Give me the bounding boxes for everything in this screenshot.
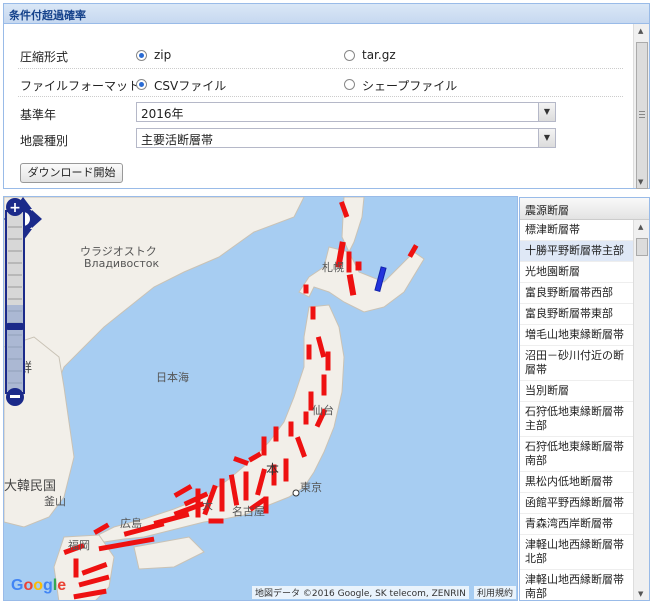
fault-list-header[interactable]: 震源断層 — [520, 198, 649, 220]
fault-list: 震源断層 標津断層帯 十勝平野断層帯主部 光地園断層 富良野断層帯西部 富良野断層帯東部… — [519, 197, 650, 601]
radio-shape-label[interactable]: シェープファイル — [362, 77, 457, 94]
download-button[interactable]: ダウンロード開始 — [20, 163, 123, 183]
quake-select[interactable]: 主要活断層帯 ▼ — [136, 128, 556, 148]
fault-line — [243, 471, 249, 501]
list-item[interactable]: 黒松内低地断層帯 — [520, 472, 633, 493]
list-item[interactable]: 沼田－砂川付近の断層帯 — [520, 346, 633, 381]
fault-list-items: 標津断層帯 十勝平野断層帯主部 光地園断層 富良野断層帯西部 富良野断層帯東部 増毛山地東… — [520, 220, 649, 600]
list-item[interactable]: 標津断層帯 — [520, 220, 633, 241]
list-item[interactable]: 当別断層 — [520, 381, 633, 402]
pan-right-icon[interactable] — [32, 210, 42, 228]
fault-list-scrollbar[interactable]: ▲ ▼ — [633, 220, 649, 600]
list-item[interactable]: 津軽山地西縁断層帯北部 — [520, 535, 633, 570]
fault-line — [219, 478, 225, 512]
fault-line — [288, 421, 294, 437]
chevron-down-icon[interactable]: ▼ — [538, 129, 555, 147]
fault-line — [346, 251, 352, 273]
scroll-up-icon[interactable]: ▲ — [638, 27, 643, 35]
year-select[interactable]: 2016年 ▼ — [136, 102, 556, 122]
scroll-down-icon[interactable]: ▼ — [638, 590, 643, 598]
format-label: ファイルフォーマット — [20, 79, 141, 93]
radio-targz[interactable] — [344, 50, 355, 61]
radio-csv-label[interactable]: CSVファイル — [154, 77, 226, 94]
list-item[interactable]: 富良野断層帯西部 — [520, 283, 633, 304]
quake-select-value: 主要活断層帯 — [141, 133, 214, 147]
map-label-tokyo: 東京 — [300, 481, 322, 494]
map-label-sapporo: 札幌 — [322, 261, 344, 274]
fault-line — [303, 411, 309, 425]
map-attribution: 地図データ ©2016 Google, SK telecom, ZENRIN — [252, 586, 469, 599]
panel-body: 圧縮形式 zip tar.gz ファイルフォーマット CSVファイル シェープフ… — [4, 24, 635, 188]
map-label-nihon: 本 — [266, 463, 280, 478]
map-label-busan: 釜山 — [44, 495, 66, 508]
fault-line — [73, 558, 79, 578]
divider — [18, 96, 623, 97]
hokkaido-land — [298, 246, 425, 313]
download-panel: 条件付超過確率 圧縮形式 zip tar.gz ファイルフォーマット CSVファ… — [3, 3, 650, 189]
radio-zip-label[interactable]: zip — [154, 48, 171, 62]
year-select-value: 2016年 — [141, 107, 184, 121]
map-label-south-korea: 大韓民国 — [4, 479, 57, 494]
chevron-down-icon[interactable]: ▼ — [538, 103, 555, 121]
tokyo-marker — [292, 489, 300, 497]
fault-line — [310, 306, 316, 320]
zoom-control[interactable]: + — [4, 197, 26, 407]
fault-line — [325, 351, 331, 371]
map-view[interactable]: ウラジオストク Владивосток 林 札幌 日本海 朝鮮 大韓民国 釜山 … — [3, 196, 518, 601]
scroll-thumb[interactable] — [636, 238, 648, 256]
radio-csv[interactable] — [136, 79, 147, 90]
map-label-osaka: 大 — [202, 499, 213, 512]
list-item[interactable]: 津軽山地西縁断層帯南部 — [520, 570, 633, 600]
list-item[interactable]: 函館平野西縁断層帯 — [520, 493, 633, 514]
map-label-hiroshima: 広島 — [120, 517, 142, 530]
zoom-slider-handle[interactable] — [5, 323, 25, 330]
compression-label: 圧縮形式 — [20, 50, 69, 64]
google-logo: Google — [11, 577, 67, 594]
map-label-vladivostok-ru: Владивосток — [84, 257, 160, 270]
radio-zip[interactable] — [136, 50, 147, 61]
map-label-sendai: 仙台 — [312, 404, 334, 417]
fault-line — [283, 458, 289, 482]
list-item[interactable]: 十勝平野断層帯主部 — [520, 241, 633, 262]
fault-line — [306, 344, 312, 360]
radio-shape[interactable] — [344, 79, 355, 90]
fault-line — [173, 484, 193, 498]
fault-line — [321, 374, 327, 396]
scroll-up-icon[interactable]: ▲ — [638, 223, 643, 231]
terms-link[interactable]: 利用規約 — [474, 586, 517, 599]
fault-line — [355, 261, 362, 271]
list-item[interactable]: 青森湾西岸断層帯 — [520, 514, 633, 535]
fault-line — [303, 284, 309, 294]
scroll-down-icon[interactable]: ▼ — [638, 178, 643, 186]
map-label-japan-sea: 日本海 — [156, 371, 189, 384]
scroll-thumb[interactable] — [636, 42, 648, 189]
list-item[interactable]: 増毛山地東縁断層帯 — [520, 325, 633, 346]
list-item[interactable]: 光地園断層 — [520, 262, 633, 283]
year-label: 基準年 — [20, 108, 57, 122]
panel-title: 条件付超過確率 — [4, 4, 649, 24]
radio-targz-label[interactable]: tar.gz — [362, 48, 396, 62]
divider — [18, 68, 623, 69]
list-item[interactable]: 石狩低地東縁断層帯南部 — [520, 437, 633, 472]
panel-scrollbar[interactable]: ▲ ▼ — [633, 24, 649, 189]
fault-line — [233, 456, 249, 466]
map-label-nagoya: 名古屋 — [232, 505, 265, 518]
quake-label: 地震種別 — [20, 134, 69, 148]
fault-line — [208, 518, 224, 524]
list-item[interactable]: 富良野断層帯東部 — [520, 304, 633, 325]
fault-line — [261, 436, 267, 456]
svg-text:+: + — [9, 200, 21, 216]
fault-line — [273, 426, 279, 442]
list-item[interactable]: 石狩低地東縁断層帯主部 — [520, 402, 633, 437]
map-label-fukuoka: 福岡 — [68, 539, 90, 552]
